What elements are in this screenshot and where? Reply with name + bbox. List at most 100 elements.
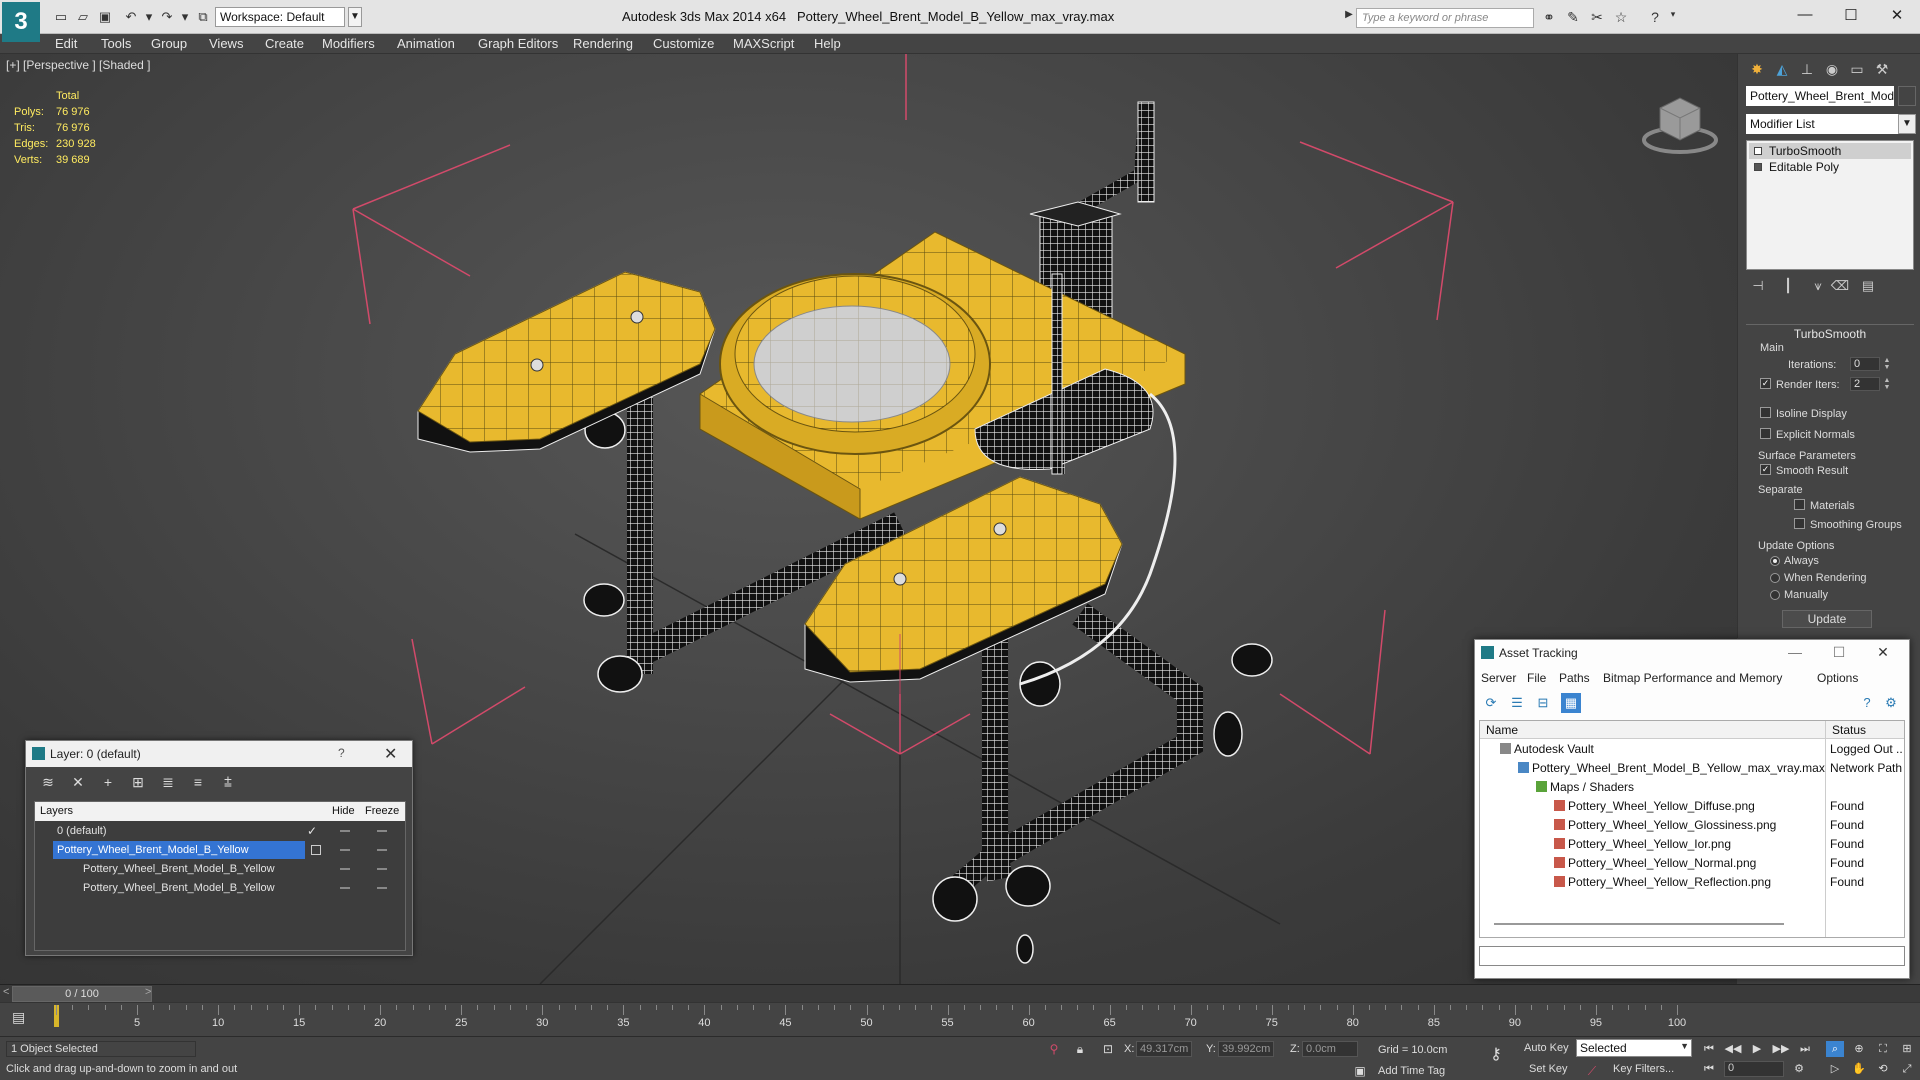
app-logo-icon[interactable]: 3 <box>2 2 40 42</box>
subscription-icon[interactable]: ✎ <box>1564 9 1582 26</box>
undo-dropdown-icon[interactable]: ▾ <box>140 8 158 26</box>
update-button[interactable]: Update <box>1782 610 1872 628</box>
layer-row[interactable]: Pottery_Wheel_Brent_Model_B_Yellow <box>35 841 405 860</box>
motion-tab-icon[interactable]: ◉ <box>1821 58 1843 80</box>
menu-server[interactable]: Server <box>1481 671 1516 685</box>
time-tag-icon[interactable]: ▣ <box>1352 1063 1368 1079</box>
zoom-extents-icon[interactable]: ⛶ <box>1874 1041 1892 1057</box>
set-key-button[interactable]: Set Key <box>1529 1063 1568 1075</box>
key-mode-icon[interactable]: ⏮ <box>1700 1061 1718 1077</box>
show-end-result-icon[interactable]: ┃ <box>1778 276 1798 296</box>
asset-row[interactable]: Pottery_Wheel_Yellow_Diffuse.png Found <box>1480 797 1904 816</box>
always-radio[interactable] <box>1770 556 1780 566</box>
minimize-button[interactable]: — <box>1790 6 1820 23</box>
menu-tools[interactable]: Tools <box>101 36 131 51</box>
workspace-dropdown[interactable]: Workspace: Default <box>215 7 345 27</box>
layer-name[interactable]: Pottery_Wheel_Brent_Model_B_Yellow <box>53 841 305 859</box>
options-icon[interactable]: ⚙ <box>1881 693 1901 713</box>
communication-icon[interactable]: ✂ <box>1588 9 1606 26</box>
help-icon[interactable]: ? <box>1857 693 1877 713</box>
zoom-extents-all-icon[interactable]: ⊞ <box>1898 1041 1916 1057</box>
pin-stack-icon[interactable]: ⊣ <box>1748 276 1768 296</box>
open-file-icon[interactable]: ▱ <box>74 8 92 26</box>
redo-dropdown-icon[interactable]: ▾ <box>176 8 194 26</box>
orbit-icon[interactable]: ⟲ <box>1874 1061 1892 1077</box>
asset-name[interactable]: Pottery_Wheel_Yellow_Reflection.png <box>1554 875 1771 889</box>
asset-name[interactable]: Pottery_Wheel_Yellow_Diffuse.png <box>1554 799 1755 813</box>
asset-row[interactable]: Maps / Shaders <box>1480 778 1904 797</box>
object-name-field[interactable]: Pottery_Wheel_Brent_Model <box>1746 86 1894 106</box>
menu-modifiers[interactable]: Modifiers <box>322 36 375 51</box>
asset-name[interactable]: Autodesk Vault <box>1500 742 1594 756</box>
hide-toggle[interactable] <box>340 830 350 832</box>
layer-name[interactable]: 0 (default) <box>53 822 107 840</box>
layer-row[interactable]: Pottery_Wheel_Brent_Model_B_Yellow <box>35 879 405 898</box>
asset-row[interactable]: Pottery_Wheel_Yellow_Ior.png Found <box>1480 835 1904 854</box>
menu-create[interactable]: Create <box>265 36 304 51</box>
table-view-icon[interactable]: ▦ <box>1561 693 1581 713</box>
menu-file[interactable]: File <box>1527 671 1546 685</box>
menu-graph-editors[interactable]: Graph Editors <box>478 36 558 51</box>
horizontal-scrollbar[interactable] <box>1494 923 1784 925</box>
maximize-viewport-icon[interactable]: ⤢ <box>1898 1061 1916 1077</box>
curve-editor-icon[interactable]: ▤ <box>12 1009 30 1027</box>
hierarchy-tab-icon[interactable]: ⊥ <box>1796 58 1818 80</box>
key-icon[interactable]: ⚷ <box>1488 1047 1504 1063</box>
asset-row[interactable]: Pottery_Wheel_Yellow_Reflection.png Foun… <box>1480 873 1904 892</box>
stack-item-editable-poly[interactable]: Editable Poly <box>1749 159 1911 175</box>
time-slider[interactable]: 0 / 100 <box>12 986 152 1002</box>
selection-lock-icon[interactable]: 🔒︎ <box>1072 1041 1088 1057</box>
isolate-icon[interactable]: ⚲ <box>1046 1041 1062 1057</box>
modifier-list-dropdown[interactable]: Modifier List <box>1746 114 1910 134</box>
select-layer-icon[interactable]: ≣ <box>158 772 178 792</box>
pan-icon[interactable]: ✋ <box>1850 1061 1868 1077</box>
iterations-spinner[interactable]: 0 <box>1850 357 1880 371</box>
menu-bitmap-performance[interactable]: Bitmap Performance and Memory <box>1603 671 1782 685</box>
chevron-down-icon[interactable]: ▼ <box>1680 1041 1689 1051</box>
asset-name[interactable]: Pottery_Wheel_Yellow_Glossiness.png <box>1554 818 1776 832</box>
menu-edit[interactable]: Edit <box>55 36 77 51</box>
auto-key-button[interactable]: Auto Key <box>1524 1042 1569 1054</box>
asset-name[interactable]: Pottery_Wheel_Yellow_Ior.png <box>1554 837 1731 851</box>
manually-radio[interactable] <box>1770 590 1780 600</box>
help-dropdown-icon[interactable]: ▾ <box>1664 9 1682 20</box>
menu-rendering[interactable]: Rendering <box>573 36 633 51</box>
set-current-layer-icon[interactable]: ≡ <box>188 772 208 792</box>
add-to-layer-icon[interactable]: + <box>98 772 118 792</box>
freeze-toggle[interactable] <box>377 849 387 851</box>
close-button[interactable]: ✕ <box>1882 6 1912 24</box>
asset-path-field[interactable] <box>1479 946 1905 966</box>
col-layers[interactable]: Layers <box>40 805 73 817</box>
close-icon[interactable]: ✕ <box>1871 644 1895 661</box>
smooth-result-checkbox[interactable]: ✓ <box>1760 464 1771 475</box>
layer-window-title[interactable]: Layer: 0 (default) <box>26 741 412 767</box>
key-filters-button[interactable]: Key Filters... <box>1613 1063 1674 1075</box>
menu-maxscript[interactable]: MAXScript <box>733 36 794 51</box>
track-bar[interactable]: ▤ 5 10 15 20 25 30 35 40 45 50 55 60 65 70 75 80 85 90 95 1… <box>0 1002 1920 1036</box>
spinner-arrows-icon[interactable]: ▲ ▼ <box>1882 377 1892 391</box>
zoom-all-icon[interactable]: ⊕ <box>1850 1041 1868 1057</box>
layer-row[interactable]: 0 (default) ✓ <box>35 822 405 841</box>
menu-group[interactable]: Group <box>151 36 187 51</box>
x-coordinate-field[interactable]: 49.317cm <box>1136 1041 1192 1057</box>
y-coordinate-field[interactable]: 39.992cm <box>1218 1041 1274 1057</box>
render-iters-checkbox[interactable]: ✓ <box>1760 378 1771 389</box>
play-icon[interactable]: ▶ <box>1748 1041 1766 1057</box>
col-status[interactable]: Status <box>1832 723 1866 737</box>
zoom-icon[interactable]: ⌕ <box>1826 1041 1844 1057</box>
chevron-down-icon[interactable]: ▼ <box>1898 114 1916 134</box>
asset-row[interactable]: Autodesk Vault Logged Out ... <box>1480 740 1904 759</box>
asset-row[interactable]: Pottery_Wheel_Yellow_Glossiness.png Foun… <box>1480 816 1904 835</box>
chevron-down-icon[interactable]: ▼ <box>348 7 362 27</box>
current-frame-field[interactable]: 0 <box>1724 1061 1784 1077</box>
previous-frame-icon[interactable]: ◀◀ <box>1724 1041 1742 1057</box>
menu-paths[interactable]: Paths <box>1559 671 1590 685</box>
menu-animation[interactable]: Animation <box>397 36 455 51</box>
maximize-button[interactable]: ☐ <box>1836 6 1866 24</box>
hide-all-layers-icon[interactable]: ⩲ <box>218 772 238 792</box>
configure-sets-icon[interactable]: ▤ <box>1858 276 1878 296</box>
freeze-toggle[interactable] <box>377 887 387 889</box>
help-icon[interactable]: ? <box>338 746 345 760</box>
viewport-label[interactable]: [+] [Perspective ] [Shaded ] <box>6 58 150 72</box>
freeze-toggle[interactable] <box>377 868 387 870</box>
